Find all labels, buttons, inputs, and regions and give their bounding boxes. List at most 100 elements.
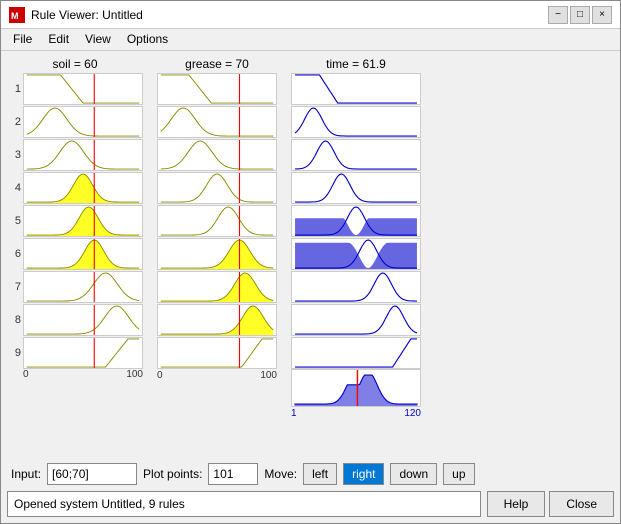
time-column: time = 61.9 <box>291 57 421 456</box>
rule-number: 1 <box>7 83 21 95</box>
soil-plot-5 <box>23 205 143 237</box>
rule-number: 7 <box>7 281 21 293</box>
rule-number: 2 <box>7 116 21 128</box>
maximize-button[interactable]: □ <box>570 6 590 24</box>
window-title: Rule Viewer: Untitled <box>31 8 143 22</box>
grease-plot-5 <box>157 205 277 237</box>
main-content: soil = 60 1 2 3 4 5 6 7 8 9 <box>1 51 620 523</box>
move-left-button[interactable]: left <box>303 463 337 485</box>
time-plot-6 <box>291 238 421 270</box>
time-plot-2 <box>291 106 421 138</box>
plot-points-field[interactable] <box>208 463 258 485</box>
rule-number: 3 <box>7 149 21 161</box>
time-rule-row <box>291 238 421 270</box>
grease-rule-row <box>157 337 277 369</box>
rule-number: 6 <box>7 248 21 260</box>
minimize-button[interactable]: − <box>548 6 568 24</box>
rule-row: 6 <box>7 238 143 270</box>
controls-row: Input: Plot points: Move: left right dow… <box>7 460 614 488</box>
move-right-button[interactable]: right <box>343 463 384 485</box>
menubar: File Edit View Options <box>1 29 620 51</box>
rule-number: 4 <box>7 182 21 194</box>
grease-plots <box>157 73 277 369</box>
soil-plot-8 <box>23 304 143 336</box>
rule-row: 8 <box>7 304 143 336</box>
grease-rule-row <box>157 73 277 105</box>
move-label: Move: <box>264 467 297 481</box>
grease-plot-8 <box>157 304 277 336</box>
soil-plot-7 <box>23 271 143 303</box>
grease-axis-max: 100 <box>260 370 277 381</box>
menu-options[interactable]: Options <box>119 31 176 48</box>
grease-rule-row <box>157 238 277 270</box>
menu-file[interactable]: File <box>5 31 40 48</box>
time-rule-row <box>291 172 421 204</box>
action-buttons: Help Close <box>487 491 614 517</box>
rule-row: 1 <box>7 73 143 105</box>
menu-edit[interactable]: Edit <box>40 31 77 48</box>
soil-plot-6 <box>23 238 143 270</box>
time-plot-4 <box>291 172 421 204</box>
rule-row: 5 <box>7 205 143 237</box>
bottom-panel: Input: Plot points: Move: left right dow… <box>7 460 614 517</box>
soil-plots: 1 2 3 4 5 6 7 8 9 <box>7 73 143 369</box>
soil-plot-1 <box>23 73 143 105</box>
rule-row: 3 <box>7 139 143 171</box>
grease-plot-1 <box>157 73 277 105</box>
soil-axis: 0 100 <box>23 369 143 380</box>
time-header: time = 61.9 <box>326 57 386 71</box>
grease-rule-row <box>157 139 277 171</box>
time-plot-8 <box>291 304 421 336</box>
grease-plot-2 <box>157 106 277 138</box>
window-controls: − □ × <box>548 6 612 24</box>
grease-rule-row <box>157 172 277 204</box>
time-rule-row <box>291 139 421 171</box>
soil-header: soil = 60 <box>52 57 97 71</box>
titlebar-left: M Rule Viewer: Untitled <box>9 7 143 23</box>
soil-plot-4 <box>23 172 143 204</box>
time-rule-row <box>291 106 421 138</box>
plot-points-label: Plot points: <box>143 467 202 481</box>
rule-row: 2 <box>7 106 143 138</box>
time-plot-1 <box>291 73 421 105</box>
aggregate-output-plot <box>291 369 421 407</box>
status-row: Opened system Untitled, 9 rules Help Clo… <box>7 491 614 517</box>
soil-plot-3 <box>23 139 143 171</box>
time-rule-row <box>291 337 421 369</box>
main-window: M Rule Viewer: Untitled − □ × File Edit … <box>0 0 621 524</box>
time-axis-max: 120 <box>404 408 421 419</box>
app-icon: M <box>9 7 25 23</box>
time-rule-row <box>291 205 421 237</box>
close-window-button[interactable]: Close <box>549 491 614 517</box>
soil-column: soil = 60 1 2 3 4 5 6 7 8 9 <box>7 57 143 456</box>
input-label: Input: <box>11 467 41 481</box>
grease-plot-4 <box>157 172 277 204</box>
move-up-button[interactable]: up <box>443 463 474 485</box>
time-axis-min: 1 <box>291 408 297 419</box>
soil-plot-9 <box>23 337 143 369</box>
grease-rule-row <box>157 271 277 303</box>
time-axis: 1 120 <box>291 408 421 419</box>
grease-rule-row <box>157 304 277 336</box>
grease-column: grease = 70 <box>157 57 277 456</box>
time-rule-row <box>291 304 421 336</box>
rule-row: 4 <box>7 172 143 204</box>
rule-row: 9 <box>7 337 143 369</box>
grease-rule-row <box>157 106 277 138</box>
grease-header: grease = 70 <box>185 57 249 71</box>
titlebar: M Rule Viewer: Untitled − □ × <box>1 1 620 29</box>
help-button[interactable]: Help <box>487 491 546 517</box>
time-rule-row <box>291 73 421 105</box>
status-text: Opened system Untitled, 9 rules <box>7 491 481 517</box>
rule-number: 5 <box>7 215 21 227</box>
input-field[interactable] <box>47 463 137 485</box>
time-rule-row <box>291 271 421 303</box>
close-button[interactable]: × <box>592 6 612 24</box>
soil-plot-2 <box>23 106 143 138</box>
time-plot-9 <box>291 337 421 369</box>
rule-number: 9 <box>7 347 21 359</box>
soil-axis-max: 100 <box>126 369 143 380</box>
move-down-button[interactable]: down <box>390 463 437 485</box>
menu-view[interactable]: View <box>77 31 119 48</box>
grease-plot-3 <box>157 139 277 171</box>
